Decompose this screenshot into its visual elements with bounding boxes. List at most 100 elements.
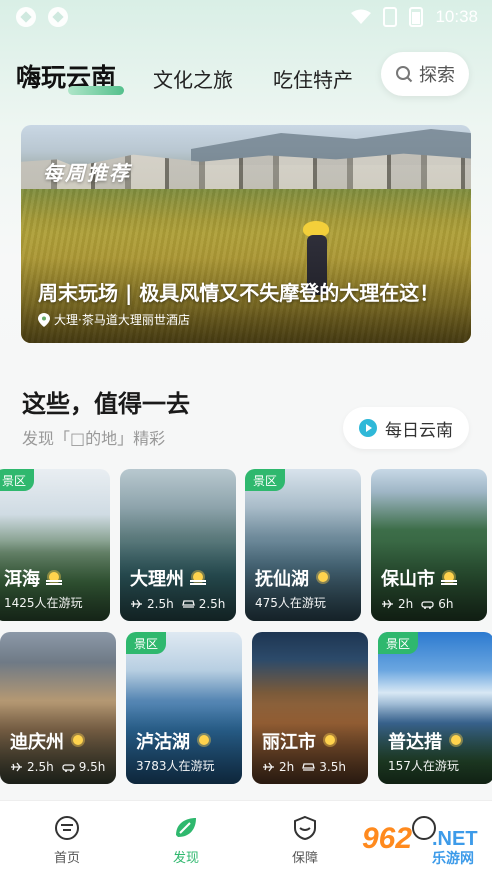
card-name-text: 大理州 <box>130 569 184 590</box>
location-pin-icon <box>38 312 50 327</box>
tab-discover-label: 发现 <box>172 851 199 866</box>
car-icon <box>421 601 434 609</box>
card-name-text: 泸沽湖 <box>136 732 190 753</box>
sun-icon <box>70 734 86 748</box>
featured-banner[interactable]: 每周推荐 周末玩场 | 极具风情又不失摩登的大理在这！ 大理·茶马道大理丽世酒店 <box>21 125 471 343</box>
banner-location-text: 大理·茶马道大理丽世酒店 <box>54 313 190 327</box>
card-visitors: 1425人在游玩 <box>4 596 83 610</box>
car-time: 6h <box>438 597 454 611</box>
shield-icon <box>294 815 316 841</box>
haze-sun <box>444 572 454 582</box>
plane-icon <box>263 762 274 772</box>
tab-home[interactable]: 首页 <box>37 815 97 866</box>
status-right: 10:38 <box>351 7 478 27</box>
car-icon <box>62 764 75 772</box>
card-travel-times: 2h 3.5h <box>262 760 346 774</box>
tab-culture-trip[interactable]: 文化之旅 <box>153 64 233 93</box>
banner-title: 周末玩场 | 极具风情又不失摩登的大理在这！ <box>38 281 440 305</box>
watermark-site-name: 乐游网 <box>432 851 474 867</box>
watermark-logo: 962 .NET 乐游网 <box>352 808 488 868</box>
scenic-badge: 景区 <box>0 469 35 491</box>
card-name-text: 丽江市 <box>262 732 316 753</box>
plane-icon <box>382 599 393 609</box>
card-travel-times: 2h 6h <box>381 597 454 611</box>
destination-card-lijiang[interactable]: 丽江市 2h 3.5h <box>252 632 368 784</box>
daily-yunnan-label: 每日云南 <box>385 420 453 441</box>
sim-icon <box>383 7 398 27</box>
plane-icon <box>11 762 22 772</box>
card-name: 迪庆州 <box>10 728 86 754</box>
flight-time: 2h <box>398 597 414 611</box>
scenic-badge: 景区 <box>126 632 167 654</box>
section-title: 这些，值得一去 <box>22 390 190 418</box>
top-nav: 嗨玩云南 文化之旅 吃住特产 探索 <box>0 50 492 102</box>
plane-icon <box>131 599 142 609</box>
home-icon <box>55 816 79 840</box>
destination-card-erhai[interactable]: 景区 洱海 1425人在游玩 <box>0 469 110 621</box>
sun-disc <box>73 735 83 745</box>
card-name-text: 洱海 <box>4 569 40 590</box>
app-notification-icon <box>16 7 36 27</box>
scenic-badge: 景区 <box>245 469 286 491</box>
app-notification-icon-2 <box>48 7 68 27</box>
flight-time: 2.5h <box>27 760 54 774</box>
search-button[interactable]: 探索 <box>381 52 469 96</box>
destination-card-baoshan[interactable]: 保山市 2h 6h <box>371 469 487 621</box>
status-left <box>16 7 68 27</box>
tab-protection[interactable]: 保障 <box>275 815 335 866</box>
card-name-text: 迪庆州 <box>10 732 64 753</box>
active-tab-indicator <box>68 86 124 95</box>
destination-card-luguhu[interactable]: 景区 泸沽湖 3783人在游玩 <box>126 632 242 784</box>
flight-time: 2.5h <box>147 597 174 611</box>
haze-icon <box>190 571 206 585</box>
flight-time: 2h <box>279 760 295 774</box>
destination-card-pudacuo[interactable]: 景区 普达措 157人在游玩 <box>378 632 492 784</box>
card-name: 抚仙湖 <box>255 565 331 591</box>
haze-sun <box>49 572 59 582</box>
section-subtitle: 发现「□的地」精彩 <box>22 429 166 448</box>
banner-tag: 每周推荐 <box>43 161 131 185</box>
sun-icon <box>196 734 212 748</box>
card-name-text: 保山市 <box>381 569 435 590</box>
card-name: 普达措 <box>388 728 464 754</box>
tab-home-label: 首页 <box>53 851 80 866</box>
haze-icon <box>441 571 457 585</box>
car-time: 9.5h <box>78 760 106 774</box>
destination-card-fuxianhu[interactable]: 景区 抚仙湖 475人在游玩 <box>245 469 361 621</box>
train-icon <box>302 763 316 771</box>
wifi-icon <box>351 9 372 24</box>
haze-bar <box>46 583 62 585</box>
card-name-text: 普达措 <box>388 732 442 753</box>
tab-food-lodging[interactable]: 吃住特产 <box>273 64 353 93</box>
haze-icon <box>46 571 62 585</box>
card-visitors: 3783人在游玩 <box>136 759 215 773</box>
sun-disc <box>451 735 461 745</box>
daily-yunnan-button[interactable]: 每日云南 <box>343 407 469 449</box>
destination-card-diqing[interactable]: 迪庆州 2.5h 9.5h <box>0 632 116 784</box>
tab-protection-label: 保障 <box>291 851 318 866</box>
train-icon <box>181 600 195 608</box>
haze-sun <box>193 572 203 582</box>
status-time: 10:38 <box>435 7 478 26</box>
haze-bar <box>441 583 457 585</box>
battery-icon <box>409 7 424 27</box>
destination-card-dali[interactable]: 大理州 2.5h 2.5h <box>120 469 236 621</box>
card-name: 洱海 <box>4 565 62 591</box>
sun-disc <box>318 572 328 582</box>
train-time: 3.5h <box>319 760 346 774</box>
card-travel-times: 2.5h 9.5h <box>10 760 105 774</box>
haze-bar <box>190 583 206 585</box>
tab-discover[interactable]: 发现 <box>156 815 216 866</box>
scenic-badge: 景区 <box>378 632 419 654</box>
search-icon <box>396 66 413 83</box>
sun-icon <box>315 571 331 585</box>
search-label: 探索 <box>419 65 455 86</box>
sun-disc <box>199 735 209 745</box>
card-visitors: 475人在游玩 <box>255 596 326 610</box>
leaf-icon <box>176 818 196 837</box>
play-icon <box>359 419 377 437</box>
card-visitors: 157人在游玩 <box>388 759 459 773</box>
card-name: 保山市 <box>381 565 457 591</box>
banner-location: 大理·茶马道大理丽世酒店 <box>38 311 190 328</box>
sun-icon <box>448 734 464 748</box>
